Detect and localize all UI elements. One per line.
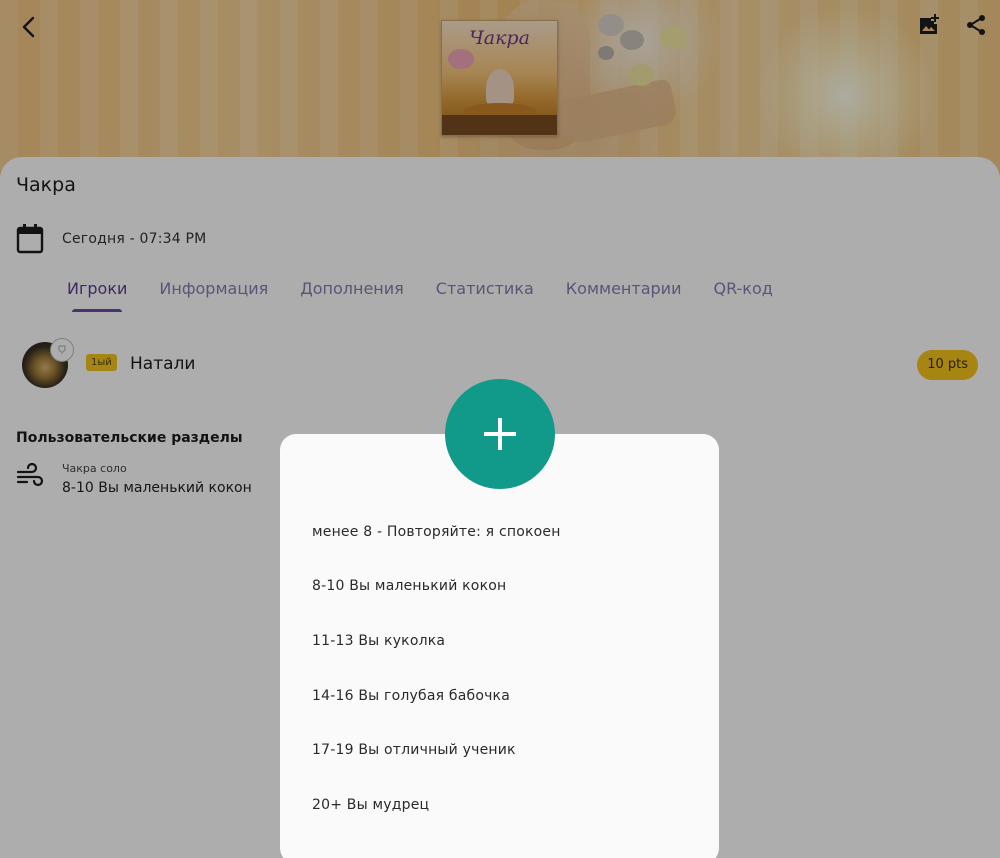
result-selection-dialog: менее 8 - Повторяйте: я спокоен 8-10 Вы … (280, 434, 719, 858)
dialog-option[interactable]: 11-13 Вы куколка (312, 633, 445, 649)
dialog-option[interactable]: 8-10 Вы маленький кокон (312, 578, 506, 594)
dialog-option[interactable]: 20+ Вы мудрец (312, 797, 429, 813)
dialog-option[interactable]: 17-19 Вы отличный ученик (312, 742, 516, 758)
dialog-option[interactable]: 14-16 Вы голубая бабочка (312, 688, 510, 704)
dialog-option[interactable]: менее 8 - Повторяйте: я спокоен (312, 524, 561, 540)
add-button[interactable] (445, 379, 555, 489)
plus-icon (484, 418, 516, 450)
